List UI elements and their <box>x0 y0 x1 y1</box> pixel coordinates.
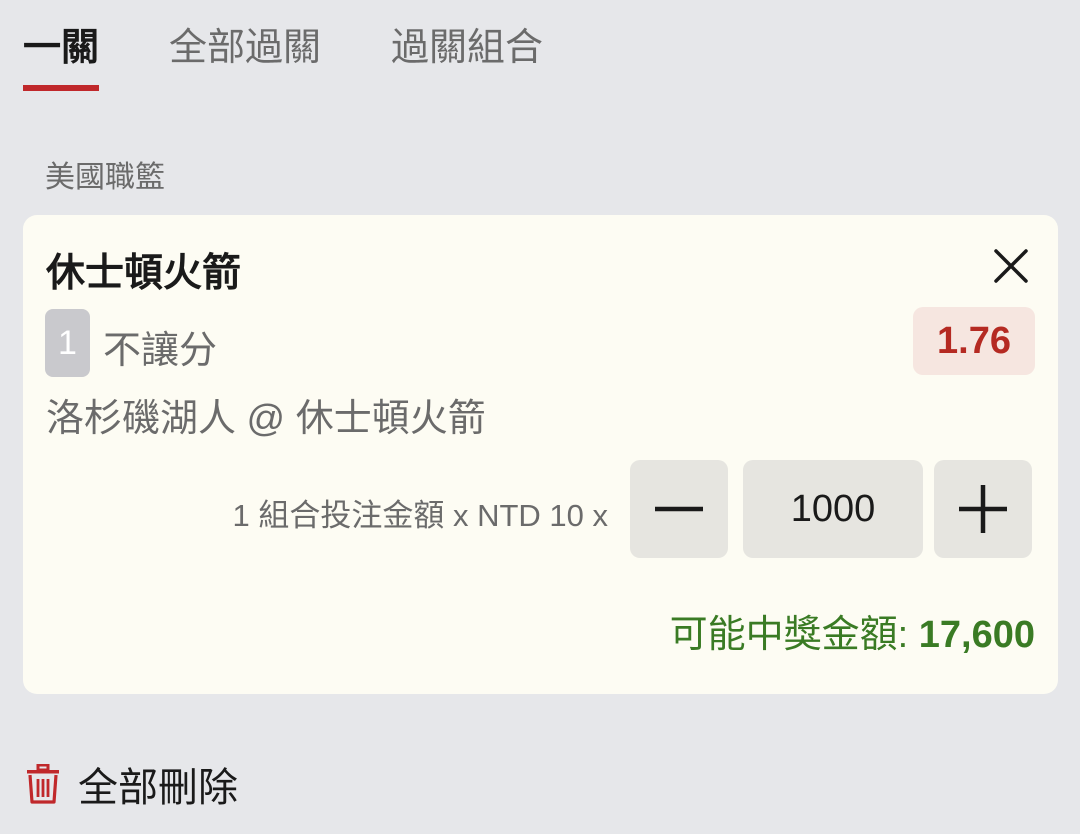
increase-stake-button[interactable] <box>934 460 1032 558</box>
selection-badge: 1 <box>45 309 90 377</box>
bet-card: 休士頓火箭 1 不讓分 1.76 洛杉磯湖人 @ 休士頓火箭 1 組合投注金額 … <box>23 215 1058 694</box>
close-icon[interactable] <box>988 243 1034 289</box>
trash-icon <box>27 764 59 804</box>
selected-team: 休士頓火箭 <box>46 252 242 295</box>
stake-input[interactable] <box>743 460 923 558</box>
tab-parlay-combo[interactable]: 過關組合 <box>391 22 543 74</box>
potential-payout: 可能中獎金額: 17,600 <box>670 603 1035 658</box>
market-label: 不讓分 <box>103 330 218 372</box>
odds-badge: 1.76 <box>913 307 1035 375</box>
payout-label: 可能中獎金額: <box>669 614 919 656</box>
league-label: 美國職籃 <box>45 161 165 194</box>
bet-type-tabs: 一關 全部過關 過關組合 <box>23 22 613 91</box>
stake-label: 1 組合投注金額 x NTD 10 x <box>232 498 609 533</box>
tab-all-parlay[interactable]: 全部過關 <box>169 22 321 74</box>
tab-single[interactable]: 一關 <box>23 22 100 91</box>
delete-all-button[interactable]: 全部刪除 <box>26 755 238 813</box>
minus-icon <box>655 506 703 512</box>
plus-icon <box>959 485 1007 533</box>
payout-amount: 17,600 <box>918 614 1035 656</box>
delete-all-label: 全部刪除 <box>78 766 238 810</box>
match-label: 洛杉磯湖人 @ 休士頓火箭 <box>46 398 486 440</box>
decrease-stake-button[interactable] <box>630 460 728 558</box>
